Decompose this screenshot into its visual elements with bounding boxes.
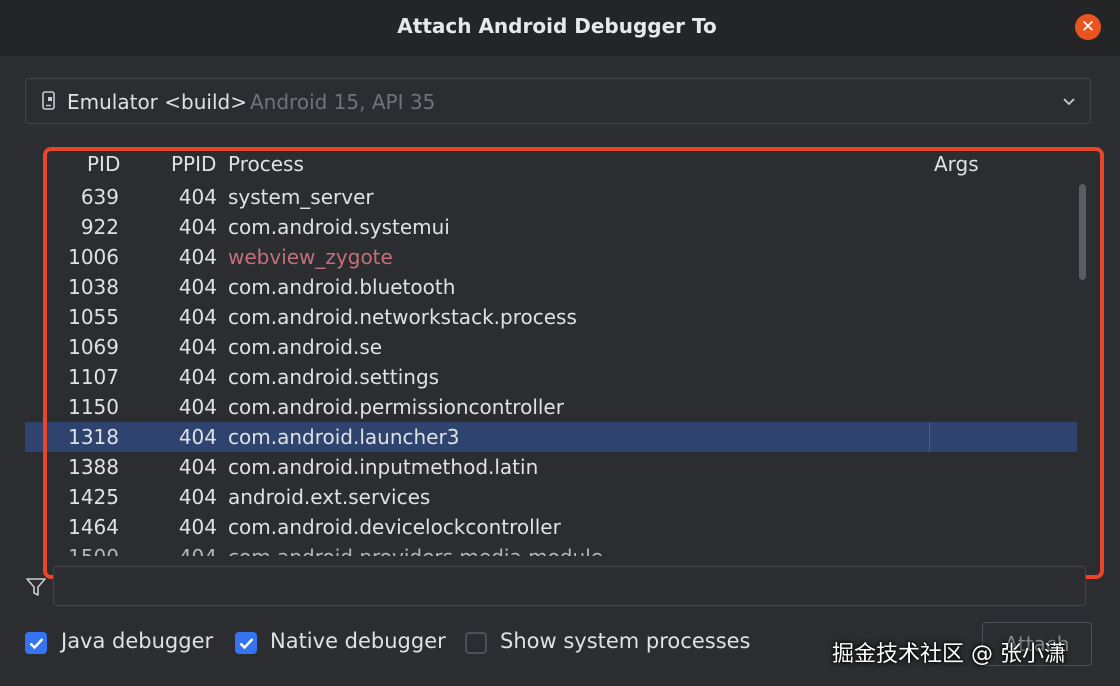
show-system-processes-label[interactable]: Show system processes [500,629,751,653]
device-name: Emulator <build> [67,90,247,114]
filter-icon [26,578,46,596]
device-detail: Android 15, API 35 [250,90,436,114]
chevron-down-icon[interactable] [1061,91,1077,111]
java-debugger-checkbox[interactable] [25,632,47,654]
device-selector[interactable]: Emulator <build> Android 15, API 35 [25,78,1091,124]
highlight-frame [43,147,1104,579]
native-debugger-label[interactable]: Native debugger [270,629,446,653]
dialog-title: Attach Android Debugger To [397,14,717,38]
native-debugger-checkbox[interactable] [235,632,257,654]
close-icon[interactable]: ✕ [1075,14,1101,40]
title-bar: Attach Android Debugger To ✕ [0,0,1120,56]
attach-debugger-dialog: Attach Android Debugger To ✕ Emulator <b… [0,0,1120,686]
java-debugger-label[interactable]: Java debugger [61,629,213,653]
watermark: 掘金技术社区 @ 张小潇 [832,642,1066,667]
show-system-processes-checkbox[interactable] [465,632,487,654]
device-icon [42,91,55,110]
filter-input[interactable] [53,566,1086,606]
